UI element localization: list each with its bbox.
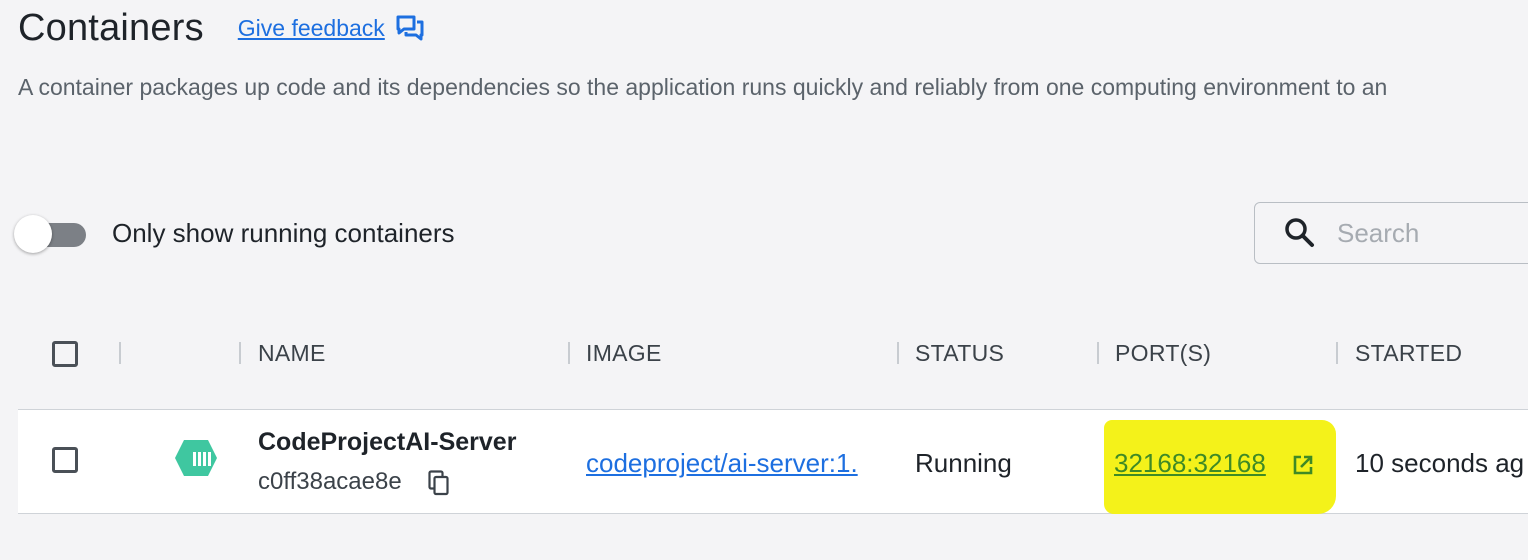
column-header-ports[interactable]: PORT(S) — [1115, 340, 1211, 367]
column-separator[interactable] — [897, 342, 899, 364]
column-separator[interactable] — [568, 342, 570, 364]
container-name[interactable]: CodeProjectAI-Server — [258, 428, 516, 457]
search-icon — [1285, 218, 1314, 247]
port-link[interactable]: 32168:32168 — [1114, 448, 1266, 479]
only-running-toggle[interactable] — [14, 215, 86, 253]
toggle-knob — [14, 215, 52, 253]
column-header-image[interactable]: IMAGE — [586, 340, 662, 367]
feedback-chat-icon[interactable] — [395, 14, 425, 42]
external-link-icon[interactable] — [1292, 454, 1314, 476]
column-header-started[interactable]: STARTED — [1355, 340, 1462, 367]
copy-icon[interactable] — [428, 470, 450, 496]
column-separator[interactable] — [239, 342, 241, 364]
give-feedback-link[interactable]: Give feedback — [238, 15, 385, 42]
container-started: 10 seconds ag — [1355, 448, 1525, 478]
container-icon — [175, 440, 217, 476]
only-running-label: Only show running containers — [112, 218, 455, 248]
column-header-name[interactable]: NAME — [258, 340, 326, 367]
page-description: A container packages up code and its dep… — [18, 74, 1388, 100]
container-image-link[interactable]: codeproject/ai-server:1. — [586, 448, 898, 479]
search-input[interactable] — [1335, 216, 1519, 250]
column-header-status[interactable]: STATUS — [915, 340, 1004, 367]
row-select-checkbox[interactable] — [52, 447, 78, 473]
column-separator[interactable] — [119, 342, 121, 364]
filter-toolbar: Only show running containers — [14, 202, 1528, 264]
search-box[interactable] — [1254, 202, 1528, 264]
page-header: Containers Give feedback — [18, 4, 425, 52]
container-id: c0ff38acae8e — [258, 468, 402, 495]
containers-table: NAME IMAGE STATUS PORT(S) STARTED CodePr… — [18, 300, 1528, 514]
container-status: Running — [915, 448, 1012, 478]
select-all-checkbox[interactable] — [52, 341, 78, 367]
give-feedback-button[interactable]: Give feedback — [238, 14, 425, 42]
page-title: Containers — [18, 6, 204, 49]
column-separator[interactable] — [1097, 342, 1099, 364]
column-separator[interactable] — [1336, 342, 1338, 364]
